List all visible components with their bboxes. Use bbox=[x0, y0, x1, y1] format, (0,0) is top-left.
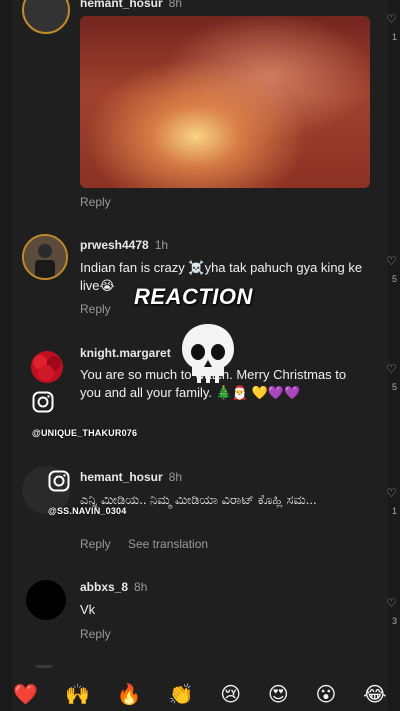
rose-avatar-icon bbox=[31, 351, 63, 383]
watermark-handle: @SS.NAVIN_0304 bbox=[48, 506, 127, 516]
emoji-reaction-bar: ❤️ 🙌 🔥 👏 😢 😍 😮 😂 bbox=[0, 678, 400, 711]
raised-hands-emoji-button[interactable]: 🙌 bbox=[65, 682, 90, 707]
heart-emoji-button[interactable]: ❤️ bbox=[13, 682, 38, 707]
like-heart-icon[interactable]: ♡ bbox=[386, 362, 398, 376]
video-thumbnail[interactable] bbox=[80, 16, 370, 188]
heart-eyes-emoji-button[interactable]: 😍 bbox=[268, 682, 289, 707]
avatar[interactable] bbox=[22, 234, 68, 280]
instagram-icon bbox=[32, 391, 54, 413]
like-count: 5 bbox=[391, 274, 397, 284]
avatar[interactable] bbox=[22, 0, 70, 34]
laughing-emoji-button[interactable]: 😂 bbox=[363, 682, 386, 707]
comment-username[interactable]: knight.margaret bbox=[80, 346, 171, 360]
reply-button[interactable]: Reply bbox=[80, 627, 111, 641]
reply-button[interactable]: Reply bbox=[80, 195, 111, 209]
avatar[interactable] bbox=[26, 346, 68, 388]
reply-button[interactable]: Reply bbox=[80, 537, 111, 551]
comment-text: Vk bbox=[80, 602, 96, 617]
watermark-handle: @UNIQUE_THAKUR076 bbox=[32, 428, 138, 438]
comment-text: You are so much to watch. Merry Christma… bbox=[80, 367, 347, 400]
surprised-emoji-button[interactable]: 😮 bbox=[316, 682, 337, 707]
divider bbox=[36, 665, 52, 668]
like-heart-icon[interactable]: ♡ bbox=[386, 254, 398, 268]
instagram-icon bbox=[48, 470, 70, 492]
like-count: 1 bbox=[391, 506, 397, 516]
comment-username[interactable]: hemant_hosur 8h bbox=[80, 0, 182, 10]
reaction-overlay-text: REACTION bbox=[134, 284, 253, 309]
sad-emoji-button[interactable]: 😢 bbox=[220, 682, 241, 707]
left-edge bbox=[0, 0, 12, 711]
like-heart-icon[interactable]: ♡ bbox=[386, 12, 398, 26]
comment-username[interactable]: prwesh4478 1h bbox=[80, 238, 168, 252]
like-count: 5 bbox=[391, 382, 397, 392]
like-count: 3 bbox=[391, 616, 397, 626]
comment-username[interactable]: abbxs_8 8h bbox=[80, 580, 147, 594]
reply-button[interactable]: Reply bbox=[80, 302, 111, 316]
avatar[interactable] bbox=[26, 580, 66, 620]
person-avatar-icon bbox=[24, 236, 66, 278]
like-heart-icon[interactable]: ♡ bbox=[386, 486, 398, 500]
clap-emoji-button[interactable]: 👏 bbox=[169, 682, 194, 707]
like-count: 1 bbox=[391, 32, 397, 42]
fire-emoji-button[interactable]: 🔥 bbox=[117, 682, 142, 707]
like-heart-icon[interactable]: ♡ bbox=[386, 596, 398, 610]
comment-username[interactable]: hemant_hosur 8h bbox=[80, 470, 182, 484]
see-translation-link[interactable]: See translation bbox=[128, 537, 208, 551]
